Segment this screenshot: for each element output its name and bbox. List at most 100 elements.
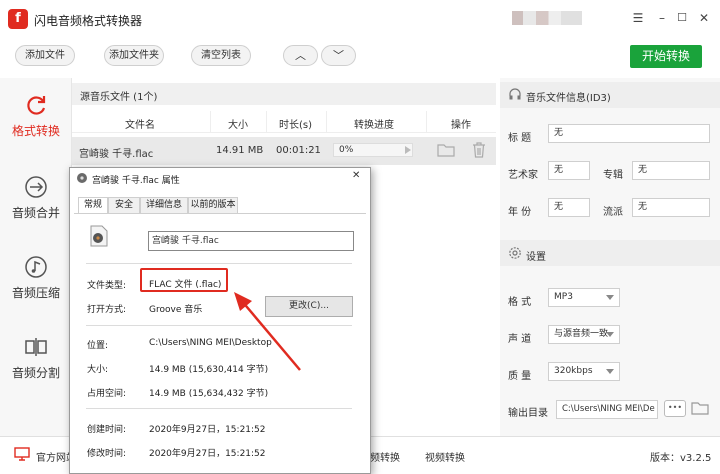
row-progress-text: 0% [339,145,354,155]
quality-label: 质 量 [508,371,532,382]
app-logo-icon: f [8,9,28,29]
row-filename: 宫崎骏 千寻.flac [79,149,154,160]
folder-icon[interactable] [437,143,455,157]
tab-underline [74,213,366,214]
open-folder-icon[interactable] [691,401,709,415]
sidebar-item-audio-compress[interactable]: 音频压缩 [0,242,72,324]
dropdown-caret-icon [606,295,614,300]
location-label: 位置: [87,341,109,351]
dropdown-caret-icon [606,369,614,374]
official-site-link[interactable]: 官方网站 [36,449,69,464]
dialog-close-icon[interactable]: ✕ [352,170,360,181]
music-note-icon [25,256,47,278]
modified-value: 2020年9月27日，15:21:52 [149,449,266,459]
artist-label: 艺术家 [508,170,538,181]
column-divider [266,111,267,133]
move-up-button[interactable]: ︿ [283,45,318,66]
settings-title: 设置 [526,252,546,263]
sidebar-item-label: 音频分割 [11,366,60,380]
clear-list-button[interactable]: 清空列表 [191,45,251,66]
genre-field[interactable]: 无 [632,198,710,217]
channel-value: 与源音频一致 [554,329,609,339]
refresh-icon [27,96,46,115]
tab-previous-versions[interactable]: 以前的版本 [188,197,238,213]
audio-convert-link[interactable]: 音频转换 [370,449,400,464]
separator [86,408,352,409]
sidebar-item-label: 格式转换 [11,124,60,138]
album-label: 专辑 [603,170,623,181]
dialog-title: 宫崎骏 千寻.flac 属性 [92,176,180,186]
format-select[interactable]: MP3 [548,288,620,307]
play-arrow-icon [405,146,411,154]
video-convert-link[interactable]: 视频转换 [425,449,465,464]
user-avatar[interactable] [512,11,582,25]
sidebar-item-format-convert[interactable]: 格式转换 [0,80,72,162]
annotation-arrow-icon [234,292,301,371]
headphones-icon [509,88,521,100]
separator [86,325,352,326]
add-file-button[interactable]: 添加文件 [15,45,75,66]
file-type-value: FLAC 文件 (.flac) [149,280,222,290]
format-value: MP3 [554,292,573,302]
version-label: 版本：v3.2.5 [650,453,712,464]
start-convert-button[interactable]: 开始转换 [630,45,702,68]
gear-icon [509,247,521,259]
list-title: 源音乐文件 (1个) [80,92,158,103]
modified-label: 修改时间: [87,449,127,459]
open-with-value: Groove 音乐 [149,305,203,315]
trash-icon[interactable] [472,142,486,158]
add-folder-button[interactable]: 添加文件夹 [104,45,164,66]
created-label: 创建时间: [87,425,127,435]
split-icon [25,338,47,356]
minimize-icon[interactable]: – [654,10,670,26]
column-header-filename: 文件名 [125,120,155,131]
size-label: 大小: [87,365,109,375]
open-with-label: 打开方式: [87,305,127,315]
disk-size-label: 占用空间: [87,389,127,399]
artist-field[interactable]: 无 [548,161,590,180]
monitor-icon [14,447,30,461]
disk-size-value: 14.9 MB (15,634,432 字节) [149,389,269,399]
merge-icon [25,176,47,198]
browse-button[interactable]: ••• [664,400,686,417]
tab-security[interactable]: 安全 [108,197,140,213]
genre-label: 流派 [603,207,623,218]
year-label: 年 份 [508,207,532,218]
quality-value: 320kbps [554,366,593,376]
sidebar-item-audio-merge[interactable]: 音频合并 [0,162,72,244]
title-label: 标 题 [508,133,532,144]
menu-icon[interactable]: ☰ [630,10,646,26]
move-down-button[interactable]: ﹀ [321,45,356,66]
row-duration: 00:01:21 [276,145,321,156]
channel-label: 声 道 [508,334,532,345]
column-divider [326,111,327,133]
channel-select[interactable]: 与源音频一致 [548,325,620,344]
output-dir-label: 输出目录 [508,408,548,419]
album-field[interactable]: 无 [632,161,710,180]
quality-select[interactable]: 320kbps [548,362,620,381]
tab-general[interactable]: 常规 [78,197,108,214]
format-label: 格 式 [508,297,532,308]
column-header-actions: 操作 [451,120,471,131]
tab-details[interactable]: 详细信息 [140,197,188,213]
column-divider [210,111,211,133]
title-field[interactable]: 无 [548,124,710,143]
app-title: 闪电音频格式转换器 [34,14,143,28]
sidebar-item-audio-split[interactable]: 音频分割 [0,322,72,404]
created-value: 2020年9月27日，15:21:52 [149,425,266,435]
file-icon [90,225,108,247]
sidebar-item-label: 音频压缩 [11,286,60,300]
close-icon[interactable]: ✕ [696,10,712,26]
row-size: 14.91 MB [216,145,264,156]
id3-panel-title: 音乐文件信息(ID3) [526,93,611,104]
year-field[interactable]: 无 [548,198,590,217]
dropdown-caret-icon [606,332,614,337]
column-header-duration: 时长(s) [279,120,313,131]
separator [86,263,352,264]
maximize-icon[interactable]: ☐ [674,10,690,26]
filename-field[interactable]: 宫崎骏 千寻.flac [148,231,354,251]
column-header-size: 大小 [228,120,248,131]
sidebar-item-label: 音频合并 [11,206,60,220]
output-dir-field[interactable]: C:\Users\NING MEI\De [556,400,658,419]
column-divider [426,111,427,133]
